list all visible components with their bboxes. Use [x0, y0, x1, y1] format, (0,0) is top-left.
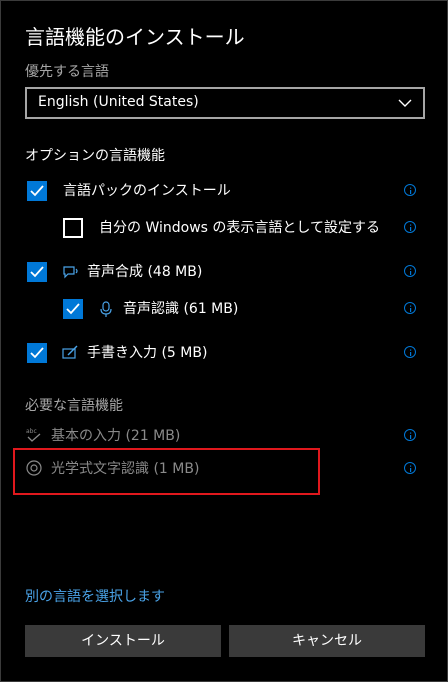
- display-language-label: 自分の Windows の表示言語として設定する: [99, 220, 380, 236]
- info-icon[interactable]: [404, 429, 416, 441]
- display-language-checkbox[interactable]: [63, 218, 83, 238]
- optional-feature-handwriting: 手書き入力 (5 MB): [25, 343, 425, 369]
- install-button[interactable]: インストール: [25, 625, 221, 657]
- info-icon[interactable]: [404, 462, 416, 474]
- info-icon[interactable]: [404, 221, 416, 233]
- preferred-language-dropdown[interactable]: English (United States): [25, 87, 425, 119]
- checkmark-icon: [66, 303, 80, 315]
- info-icon[interactable]: [404, 302, 416, 314]
- svg-text:abc: abc: [26, 428, 37, 435]
- info-icon[interactable]: [404, 265, 416, 277]
- chevron-down-icon: [398, 99, 412, 107]
- handwriting-pen-icon: [62, 345, 78, 359]
- checkmark-icon: [30, 185, 44, 197]
- microphone-icon: [100, 301, 112, 317]
- speech-synthesis-checkbox[interactable]: [27, 262, 47, 282]
- speech-synthesis-icon: [63, 266, 78, 279]
- info-icon[interactable]: [404, 346, 416, 358]
- choose-other-language-link[interactable]: 別の言語を選択します: [25, 586, 165, 606]
- optional-feature-speech-recognition: 音声認識 (61 MB): [61, 299, 425, 325]
- preferred-language-value: English (United States): [38, 94, 199, 110]
- required-feature-basic-typing: abc 基本の入力 (21 MB): [25, 426, 425, 448]
- basic-typing-label: 基本の入力 (21 MB): [51, 428, 181, 444]
- optional-feature-speech-synthesis: 音声合成 (48 MB): [25, 262, 425, 288]
- info-icon[interactable]: [404, 184, 416, 196]
- handwriting-checkbox[interactable]: [27, 343, 47, 363]
- install-language-features-dialog: 言語機能のインストール 優先する言語 English (United State…: [0, 0, 448, 682]
- checkmark-icon: [30, 266, 44, 278]
- preferred-language-label: 優先する言語: [25, 64, 109, 80]
- abc-check-icon: abc: [26, 428, 41, 442]
- dialog-title: 言語機能のインストール: [25, 25, 245, 49]
- cancel-button[interactable]: キャンセル: [229, 625, 425, 657]
- optional-features-heading: オプションの言語機能: [25, 148, 165, 164]
- handwriting-label: 手書き入力 (5 MB): [87, 345, 208, 361]
- optional-feature-language-pack: 言語パックのインストール: [25, 181, 425, 207]
- highlight-box: [13, 448, 320, 495]
- optional-feature-display-language: 自分の Windows の表示言語として設定する: [61, 218, 425, 244]
- speech-synthesis-label: 音声合成 (48 MB): [87, 264, 203, 280]
- speech-recognition-checkbox[interactable]: [63, 299, 83, 319]
- language-pack-label: 言語パックのインストール: [63, 183, 231, 199]
- speech-recognition-label: 音声認識 (61 MB): [123, 301, 239, 317]
- required-features-heading: 必要な言語機能: [25, 398, 123, 414]
- checkmark-icon: [30, 347, 44, 359]
- language-pack-checkbox[interactable]: [27, 181, 47, 201]
